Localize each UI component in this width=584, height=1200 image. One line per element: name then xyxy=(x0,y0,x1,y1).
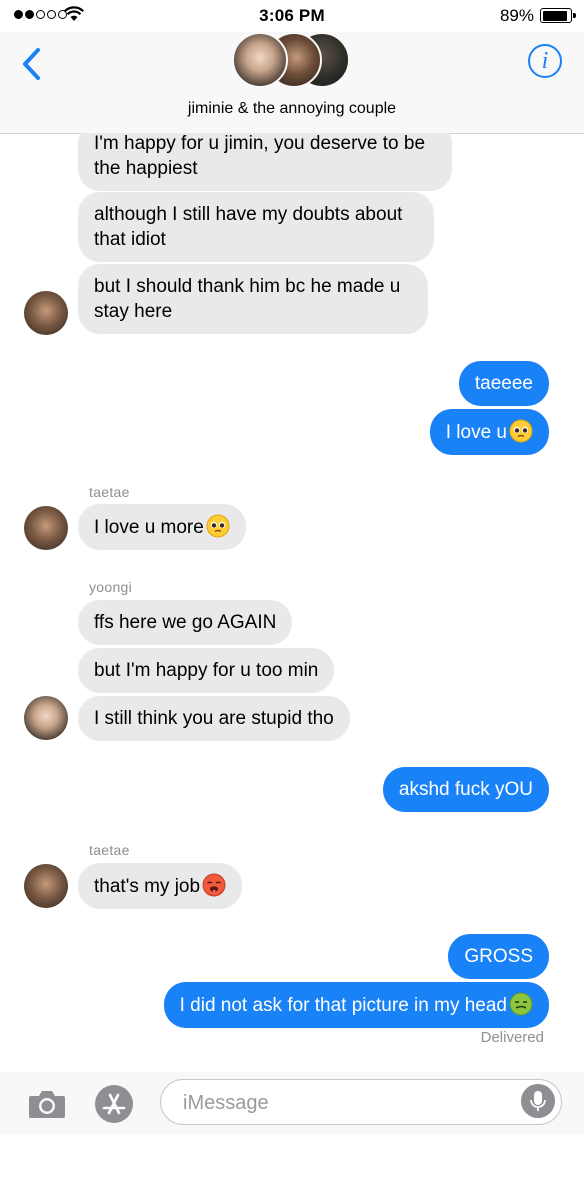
message-bubble-incoming[interactable]: that's my job xyxy=(78,863,243,909)
camera-icon[interactable] xyxy=(28,1088,66,1120)
status-bar: 3:06 PM 89% xyxy=(0,0,584,32)
hot-face-emoji xyxy=(202,873,226,897)
message-bubble-outgoing[interactable]: taeeee xyxy=(458,361,549,406)
message-bubble-outgoing[interactable]: akshd fuck yOU xyxy=(382,767,549,812)
message-bubble-incoming[interactable]: I'm happy for u jimin, you deserve to be… xyxy=(78,133,452,191)
message-bubble-incoming[interactable]: I love u more xyxy=(78,504,246,550)
sender-avatar[interactable] xyxy=(24,696,68,740)
message-bubble-incoming[interactable]: ffs here we go AGAIN xyxy=(78,600,293,645)
compose-bar xyxy=(0,1072,584,1134)
pleading-face-emoji xyxy=(206,514,230,538)
group-name[interactable]: jiminie & the annoying couple xyxy=(0,100,584,118)
message-thread[interactable]: I'm happy for u jimin, you deserve to be… xyxy=(0,133,584,1055)
sender-avatar[interactable] xyxy=(24,506,68,550)
message-input-field[interactable] xyxy=(160,1079,562,1125)
sender-name: taetae xyxy=(89,842,130,858)
status-time: 3:06 PM xyxy=(259,6,325,25)
microphone-icon[interactable] xyxy=(521,1084,555,1118)
message-input[interactable] xyxy=(181,1088,505,1118)
message-bubble-incoming[interactable]: although I still have my doubts about th… xyxy=(78,192,434,262)
message-bubble-incoming[interactable]: but I'm happy for u too min xyxy=(78,648,335,693)
group-avatar-stack[interactable] xyxy=(232,32,352,92)
sender-name: taetae xyxy=(89,484,130,500)
sender-avatar[interactable] xyxy=(24,291,68,335)
nauseated-face-emoji xyxy=(509,992,533,1016)
battery-percentage: 89% xyxy=(499,6,534,25)
app-store-icon[interactable] xyxy=(94,1084,134,1124)
delivered-status: Delivered xyxy=(480,1029,544,1046)
sender-avatar[interactable] xyxy=(24,864,68,908)
pleading-face-emoji xyxy=(509,419,533,443)
message-bubble-outgoing[interactable]: I love u xyxy=(429,409,549,455)
message-bubble-incoming[interactable]: but I should thank him bc he made u stay… xyxy=(78,264,428,334)
battery-icon xyxy=(540,8,576,23)
message-bubble-outgoing[interactable]: I did not ask for that picture in my hea… xyxy=(163,982,549,1028)
chevron-left-icon[interactable] xyxy=(18,44,44,84)
group-avatar-1 xyxy=(232,32,288,88)
message-bubble-incoming[interactable]: I still think you are stupid tho xyxy=(78,696,350,741)
info-icon[interactable]: i xyxy=(528,44,562,78)
sender-name: yoongi xyxy=(89,579,133,595)
conversation-header: jiminie & the annoying couple i xyxy=(0,32,584,134)
message-bubble-outgoing[interactable]: GROSS xyxy=(448,934,549,979)
